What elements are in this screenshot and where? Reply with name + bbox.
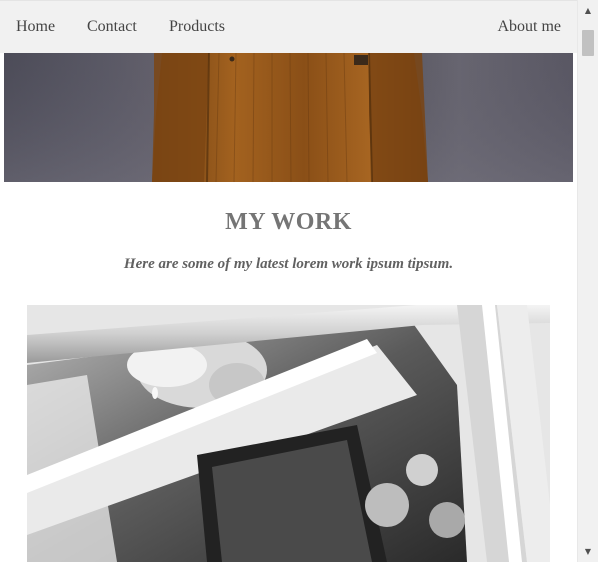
section-title: MY WORK [225, 209, 352, 235]
page-viewport: Home Contact Products About me MY WORK H… [0, 0, 577, 562]
nav-link-home[interactable]: Home [16, 1, 55, 54]
work-photo [27, 305, 550, 562]
nav-link-contact[interactable]: Contact [87, 1, 137, 54]
nav-link-about-me[interactable]: About me [497, 1, 561, 54]
vertical-scrollbar[interactable]: ▲ ▼ [577, 0, 598, 562]
top-navbar: Home Contact Products About me [0, 0, 577, 53]
section-subtitle: Here are some of my latest lorem work ip… [123, 256, 454, 272]
scrollbar-thumb[interactable] [582, 30, 594, 56]
hero-photo [4, 53, 573, 182]
work-image [27, 305, 550, 562]
nav-link-products[interactable]: Products [169, 1, 225, 54]
triangle-down-icon[interactable]: ▼ [578, 543, 598, 560]
triangle-up-icon[interactable]: ▲ [578, 2, 598, 19]
hero-image [4, 53, 573, 182]
